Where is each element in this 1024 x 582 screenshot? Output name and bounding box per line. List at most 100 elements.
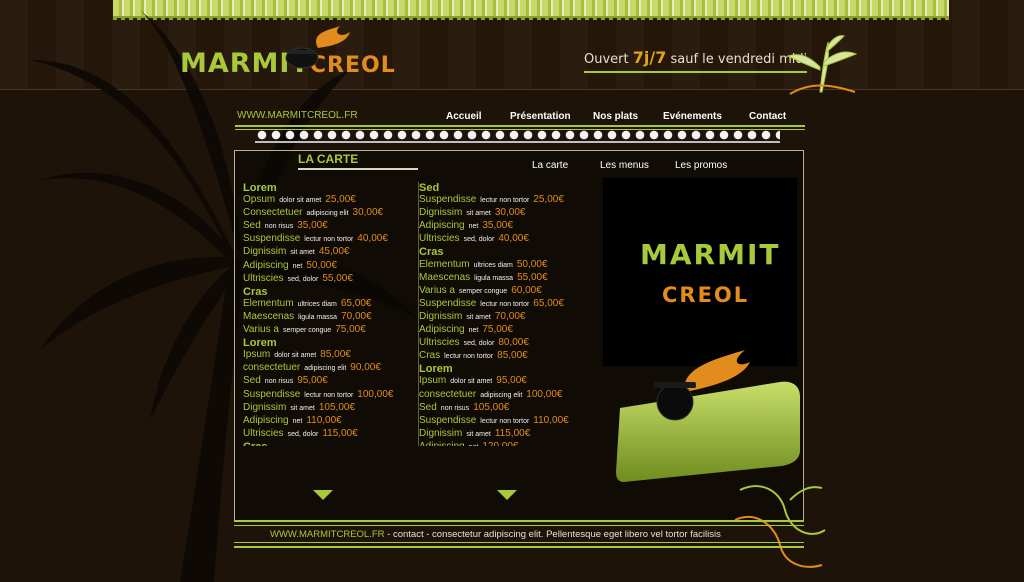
menu-item-name: Dignissim <box>243 246 287 258</box>
menu-item-name: Dignissim <box>419 207 463 219</box>
menu-item-name: Suspendisse <box>419 194 477 206</box>
menu-item: consectetuer adipiscing elit 100,00€ <box>419 389 598 402</box>
menu-item-name: Suspendisse <box>243 388 301 400</box>
nav-presentation[interactable]: Présentation <box>510 111 593 122</box>
menu-item: Dignissim sit amet 115,00€ <box>419 428 598 441</box>
menu-item: Consectetuer adipiscing elit 30,00€ <box>243 207 423 220</box>
footer-url[interactable]: WWW.MARMITCREOL.FR <box>270 529 385 540</box>
menu-item-name: Ultriscies <box>243 427 284 439</box>
menu-item-price: 55,00€ <box>517 271 548 283</box>
footer-text: - contact - consectetur adipiscing elit.… <box>384 529 721 540</box>
nav-accueil[interactable]: Accueil <box>446 111 510 122</box>
menu-item-name: Suspendisse <box>419 414 477 426</box>
promo-line1: MARMIT <box>640 238 781 271</box>
scroll-down-right-icon[interactable] <box>497 490 517 500</box>
menu-item-name: Maescenas <box>419 271 471 283</box>
menu-item-description: ultrices diam <box>297 300 337 308</box>
menu-item-description: lectur non tortor <box>444 353 494 361</box>
menu-section-heading: Lorem <box>243 337 277 350</box>
hours-highlight: 7j/7 <box>632 48 667 67</box>
menu-item-description: lectur non tortor <box>480 197 530 205</box>
menu-item: Dignissim sit amet 70,00€ <box>419 311 598 324</box>
menu-item-price: 40,00€ <box>498 233 529 245</box>
site-url[interactable]: WWW.MARMITCREOL.FR <box>237 110 358 121</box>
menu-item-price: 105,00€ <box>473 401 510 413</box>
menu-item-price: 65,00€ <box>533 297 564 309</box>
flower-decoration-icon <box>786 35 858 95</box>
menu-item-description: adipiscing elit <box>304 365 347 373</box>
menu-section-heading: Lorem <box>419 363 453 376</box>
menu-item: Cras lectur non tortor 85,00€ <box>419 350 598 363</box>
nav-contact[interactable]: Contact <box>749 111 786 122</box>
hours-prefix: Ouvert <box>584 52 633 67</box>
menu-item-description: sit amet <box>466 430 491 438</box>
menu-item-description: lectur non tortor <box>304 391 354 399</box>
tab-la-carte[interactable]: La carte <box>532 160 600 171</box>
carte-tabs: La carte Les menus Les promos <box>532 160 727 171</box>
menu-item: Varius a semper congue 75,00€ <box>243 324 423 337</box>
menu-item-price: 45,00€ <box>318 246 350 258</box>
menu-item-description: ligula massa <box>298 313 338 321</box>
menu-item-description: sed, dolor <box>287 430 319 438</box>
menu-item-description: non risus <box>264 378 294 386</box>
menu-item-description: semper congue <box>458 287 508 295</box>
menu-item: Suspendisse lectur non tortor 40,00€ <box>243 233 423 246</box>
menu-item: Dignissim sit amet 105,00€ <box>243 402 423 415</box>
main-navigation: Accueil Présentation Nos plats Evénement… <box>430 111 786 122</box>
menu-item-description: dolor sit amet <box>279 197 322 205</box>
menu-item-price: 110,00€ <box>306 414 342 426</box>
carte-title: LA CARTE <box>298 152 419 170</box>
menu-section-heading: Cras <box>243 441 423 446</box>
menu-item: Adipiscing net 75,00€ <box>419 324 598 337</box>
menu-item-price: 30,00€ <box>352 207 384 219</box>
menu-item: Sed non risus 105,00€ <box>419 402 598 415</box>
menu-item-name: Ultriscies <box>419 337 460 349</box>
menu-item: Ultriscies sed, dolor 55,00€ <box>243 273 423 286</box>
menu-item-name: Ipsum <box>243 349 271 361</box>
menu-item-name: Dignissim <box>419 427 463 439</box>
menu-item-name: Maescenas <box>243 310 295 322</box>
menu-item: Maescenas ligula massa 55,00€ <box>419 272 598 285</box>
menu-item-name: Cras <box>419 350 441 362</box>
menu-item-price: 120,00€ <box>482 441 518 446</box>
menu-item-price: 40,00€ <box>357 233 388 245</box>
menu-item: Sed non risus 35,00€ <box>243 220 423 233</box>
menu-item-name: Dignissim <box>419 310 463 322</box>
menu-item-description: adipiscing elit <box>306 210 349 218</box>
scroll-down-left-icon[interactable] <box>313 490 333 500</box>
pot-illustration-icon <box>616 350 800 482</box>
footer: WWW.MARMITCREOL.FR - contact - consectet… <box>270 529 721 540</box>
menu-item-name: Adipiscing <box>419 324 465 336</box>
menu-item-description: net <box>292 417 303 425</box>
menu-item-name: Elementum <box>419 258 470 270</box>
menu-item-name: Elementum <box>243 297 294 309</box>
menu-item: Dignissim sit amet 45,00€ <box>243 246 423 259</box>
tab-les-menus[interactable]: Les menus <box>600 160 675 171</box>
menu-item-description: sed, dolor <box>463 340 495 348</box>
menu-item: Ultriscies sed, dolor 115,00€ <box>243 428 423 441</box>
menu-item-price: 30,00€ <box>494 207 526 219</box>
menu-item: Varius a semper congue 60,00€ <box>419 285 598 298</box>
menu-section-heading: Cras <box>419 246 444 259</box>
menu-item: Elementum ultrices diam 65,00€ <box>243 298 423 311</box>
nav-evenements[interactable]: Evénements <box>663 111 749 122</box>
menu-item: Adipiscing net 35,00€ <box>419 220 598 233</box>
menu-item-name: Adipiscing <box>243 414 289 426</box>
menu-item-description: lectur non tortor <box>304 236 354 244</box>
promo-line2: CREOL <box>662 283 750 307</box>
menu-item-name: Sed <box>243 375 261 387</box>
menu-item-description: semper congue <box>282 327 332 335</box>
tab-les-promos[interactable]: Les promos <box>675 160 727 171</box>
menu-item-name: consectetuer <box>419 388 477 400</box>
menu-column-left: Lorem Opsum dolor sit amet 25,00€ Consectetu… <box>243 182 423 446</box>
nav-nos-plats[interactable]: Nos plats <box>593 111 663 122</box>
menu-item-name: Ipsum <box>419 375 447 387</box>
menu-item: Ipsum dolor sit amet 85,00€ <box>243 349 423 362</box>
menu-item-description: net <box>468 327 479 335</box>
menu-item-name: Ultriscies <box>419 233 460 245</box>
menu-item-description: sit amet <box>290 249 315 257</box>
menu-item-name: Sed <box>243 220 261 232</box>
menu-item-name: Adipiscing <box>243 259 289 271</box>
menu-item-price: 115,00€ <box>494 427 531 439</box>
menu-item: Ipsum dolor sit amet 95,00€ <box>419 375 598 388</box>
